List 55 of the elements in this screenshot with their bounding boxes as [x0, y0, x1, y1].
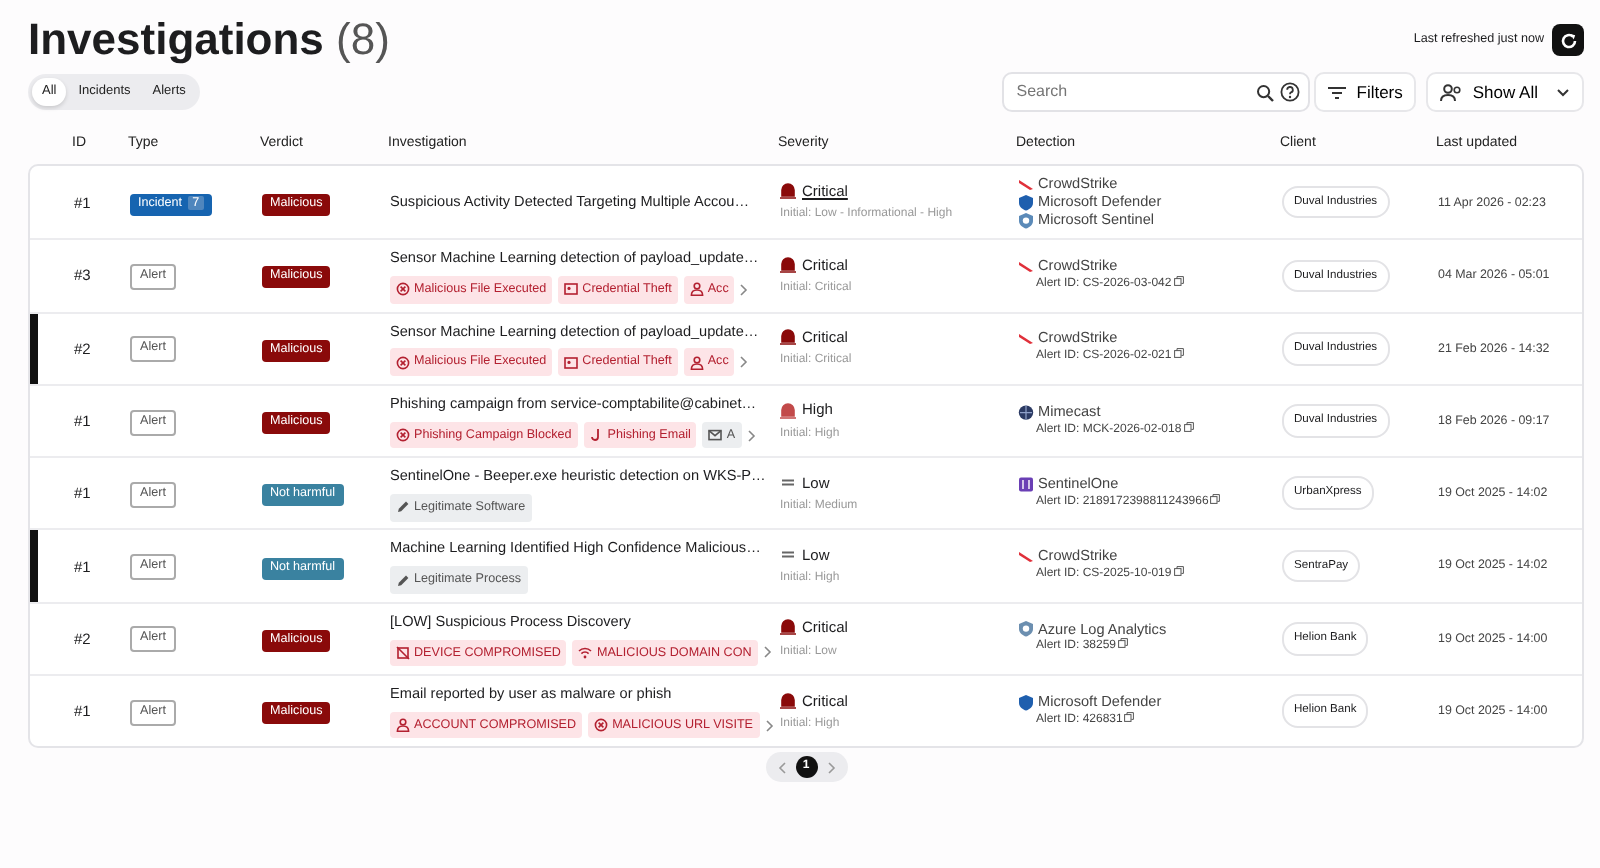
person-icon — [689, 355, 704, 370]
copy-icon[interactable] — [1173, 275, 1184, 286]
filters-button[interactable]: Filters — [1314, 72, 1417, 112]
pencil-icon — [396, 500, 410, 515]
chevron-right-icon[interactable] — [740, 356, 749, 369]
people-icon — [1440, 83, 1463, 101]
chevron-right-icon[interactable] — [747, 429, 756, 441]
shield-icon — [1018, 693, 1034, 712]
hook-icon — [589, 428, 604, 442]
row-marker — [30, 530, 38, 602]
show-all-dropdown[interactable]: Show All — [1426, 72, 1584, 112]
shield-icon — [1018, 620, 1034, 639]
caret-icon — [1556, 87, 1570, 97]
x-circle-icon — [594, 718, 609, 733]
chevron-right-icon[interactable] — [740, 283, 749, 296]
page-title: Investigations (8) — [28, 12, 390, 68]
refresh-icon — [1559, 31, 1577, 49]
copy-icon[interactable] — [1210, 493, 1221, 504]
refresh-button[interactable] — [1552, 24, 1584, 56]
siren-icon — [780, 182, 796, 201]
x-circle-icon — [396, 428, 410, 442]
slash-mark-icon — [1018, 330, 1034, 349]
pencil-icon — [396, 573, 410, 588]
envelope-icon — [708, 428, 723, 442]
siren-icon — [780, 691, 796, 710]
row-marker — [30, 313, 38, 384]
search-input[interactable]: Search — [1012, 78, 1251, 106]
search-icon — [1256, 83, 1275, 101]
copy-icon[interactable] — [1124, 711, 1135, 722]
slash-mark-icon — [1018, 548, 1034, 567]
siren-icon — [780, 328, 796, 347]
copy-icon[interactable] — [1183, 421, 1194, 432]
siren-icon — [780, 618, 796, 637]
person-icon — [689, 282, 704, 297]
slash-mark-icon — [1018, 257, 1034, 276]
crossed-square-icon — [396, 645, 410, 660]
siren-icon — [780, 401, 796, 420]
search-field[interactable]: Search — [1002, 72, 1311, 112]
person-icon — [396, 718, 410, 733]
wifi-icon — [578, 645, 593, 660]
copy-icon[interactable] — [1173, 348, 1184, 359]
help-icon — [1280, 82, 1301, 102]
x-circle-icon — [396, 355, 410, 370]
chevron-right-icon[interactable] — [763, 646, 772, 659]
filter-icon — [1328, 85, 1347, 99]
copy-icon[interactable] — [1173, 566, 1184, 577]
s1-emblem-icon — [1018, 475, 1034, 494]
x-circle-icon — [396, 282, 410, 297]
globe-icon — [1018, 403, 1034, 422]
chevron-right-icon[interactable] — [765, 719, 774, 732]
id-card-icon — [564, 355, 579, 370]
copy-icon[interactable] — [1118, 638, 1129, 649]
id-card-icon — [564, 282, 579, 297]
siren-icon — [780, 255, 796, 274]
slash-mark-icon — [1018, 175, 1034, 194]
